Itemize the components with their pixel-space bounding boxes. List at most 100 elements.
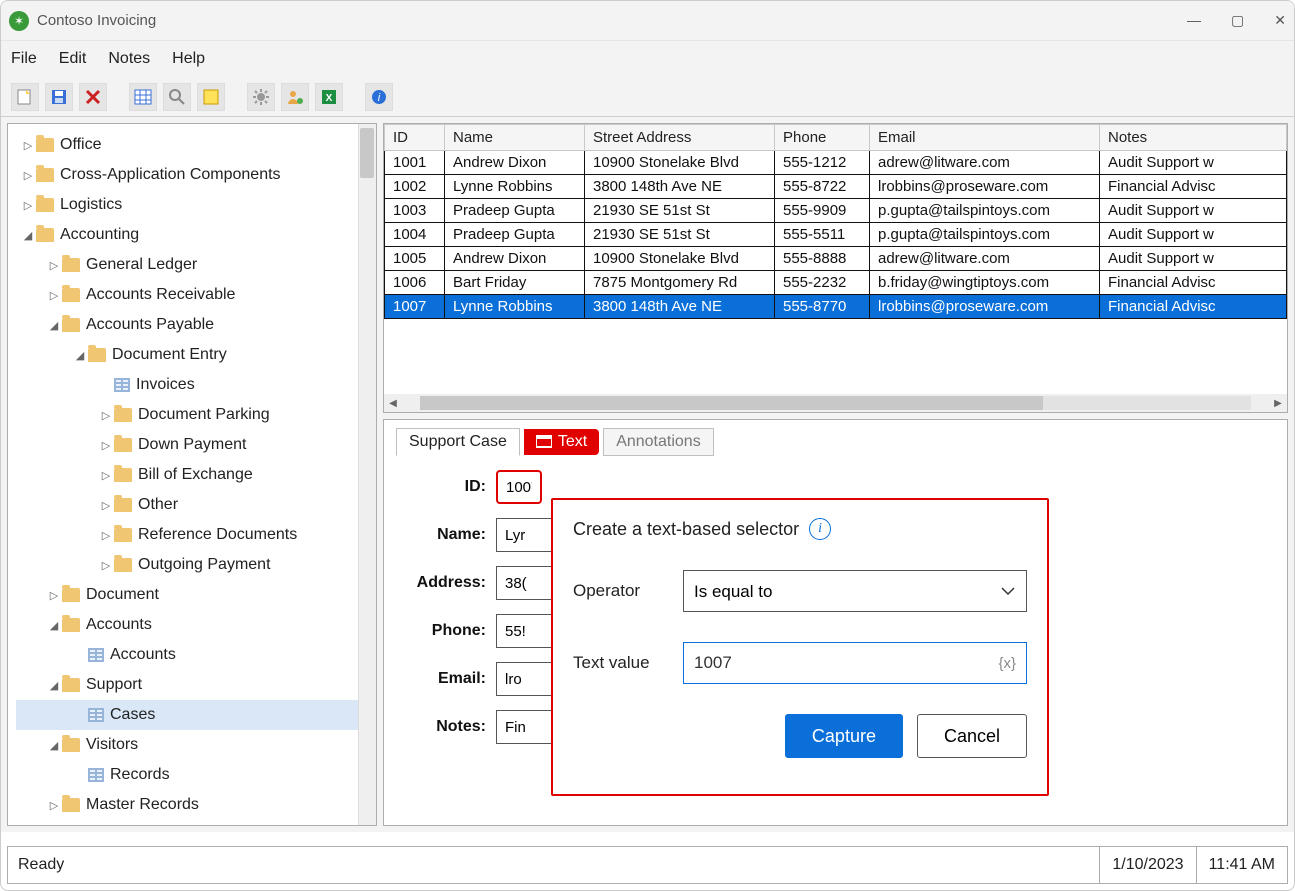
tab-support-case[interactable]: Support Case	[396, 428, 520, 456]
tab-annotations[interactable]: Annotations	[603, 428, 714, 456]
col-header[interactable]: ID	[385, 125, 445, 151]
table-row[interactable]: 1002Lynne Robbins3800 148th Ave NE555-87…	[385, 175, 1287, 199]
tree-label: Master Records	[86, 796, 199, 814]
table-row[interactable]: 1006Bart Friday7875 Montgomery Rd555-223…	[385, 271, 1287, 295]
folder-icon	[114, 468, 132, 482]
maximize-button[interactable]: ▢	[1231, 12, 1244, 29]
folder-icon	[62, 258, 80, 272]
table-row[interactable]: 1004Pradeep Gupta21930 SE 51st St555-551…	[385, 223, 1287, 247]
tree-label: Support	[86, 676, 142, 694]
tree-label: Cases	[110, 706, 155, 724]
table-row[interactable]: 1003Pradeep Gupta21930 SE 51st St555-990…	[385, 199, 1287, 223]
tree-item[interactable]: ▷Office	[16, 130, 376, 160]
tree-scrollbar[interactable]	[358, 124, 376, 825]
address-label: Address:	[396, 574, 486, 592]
col-header[interactable]: Email	[870, 125, 1100, 151]
operator-select[interactable]: Is equal to	[683, 570, 1027, 612]
tree-item[interactable]: ◢Visitors	[16, 730, 376, 760]
folder-icon	[114, 528, 132, 542]
tree-item[interactable]: Cases	[16, 700, 376, 730]
tree-item[interactable]: ▷Cross-Application Components	[16, 160, 376, 190]
tree-label: Bill of Exchange	[138, 466, 253, 484]
tree-label: Accounts	[110, 646, 176, 664]
table-row[interactable]: 1005Andrew Dixon10900 Stonelake Blvd555-…	[385, 247, 1287, 271]
tree-item[interactable]: ◢Accounting	[16, 220, 376, 250]
tree-item[interactable]: ◢Accounts	[16, 610, 376, 640]
status-text: Ready	[8, 856, 1099, 874]
tree-item[interactable]: Records	[16, 760, 376, 790]
text-badge[interactable]: Text	[524, 429, 599, 455]
table-row[interactable]: 1007Lynne Robbins3800 148th Ave NE555-87…	[385, 295, 1287, 319]
tree-item[interactable]: ▷Accounts Receivable	[16, 280, 376, 310]
col-header[interactable]: Street Address	[585, 125, 775, 151]
folder-icon	[114, 408, 132, 422]
save-icon[interactable]	[45, 83, 73, 111]
excel-icon[interactable]: X	[315, 83, 343, 111]
status-date: 1/10/2023	[1099, 847, 1195, 883]
new-icon[interactable]	[11, 83, 39, 111]
tree-label: Document	[86, 586, 159, 604]
menu-notes[interactable]: Notes	[108, 50, 150, 68]
close-button[interactable]: ✕	[1274, 12, 1286, 29]
tree-item[interactable]: ▷Reference Documents	[16, 520, 376, 550]
folder-icon	[62, 288, 80, 302]
tree-label: Accounts Payable	[86, 316, 214, 334]
menu-edit[interactable]: Edit	[59, 50, 87, 68]
textvalue-input[interactable]: 1007 {x}	[683, 642, 1027, 684]
tree-label: Reference Documents	[138, 526, 297, 544]
table-icon	[88, 648, 104, 662]
cancel-button[interactable]: Cancel	[917, 714, 1027, 758]
delete-icon[interactable]	[79, 83, 107, 111]
tree-label: Outgoing Payment	[138, 556, 271, 574]
tree-item[interactable]: ▷Bill of Exchange	[16, 460, 376, 490]
table-icon	[88, 768, 104, 782]
info-icon[interactable]: i	[365, 83, 393, 111]
id-field[interactable]	[496, 470, 542, 504]
tree-label: Office	[60, 136, 102, 154]
search-icon[interactable]	[163, 83, 191, 111]
tree-item[interactable]: ▷Logistics	[16, 190, 376, 220]
menu-help[interactable]: Help	[172, 50, 205, 68]
tree-label: Invoices	[136, 376, 195, 394]
folder-icon	[62, 588, 80, 602]
text-badge-label: Text	[558, 433, 587, 451]
textvalue-label: Text value	[573, 653, 683, 673]
user-icon[interactable]	[281, 83, 309, 111]
tree-item[interactable]: ▷Down Payment	[16, 430, 376, 460]
phone-label: Phone:	[396, 622, 486, 640]
grid-hscroll[interactable]: ◀▶	[384, 394, 1287, 412]
tree-item[interactable]: ◢Document Entry	[16, 340, 376, 370]
tree-item[interactable]: Invoices	[16, 370, 376, 400]
folder-icon	[88, 348, 106, 362]
note-icon[interactable]	[197, 83, 225, 111]
info-icon[interactable]: i	[809, 518, 831, 540]
variable-token[interactable]: {x}	[998, 655, 1016, 672]
col-header[interactable]: Notes	[1100, 125, 1287, 151]
tree-item[interactable]: ▷Other	[16, 490, 376, 520]
tree-item[interactable]: Accounts	[16, 640, 376, 670]
col-header[interactable]: Name	[445, 125, 585, 151]
folder-icon	[114, 498, 132, 512]
tree-item[interactable]: ▷General Ledger	[16, 250, 376, 280]
tree-label: Records	[110, 766, 170, 784]
tree-item[interactable]: ▷Document Parking	[16, 400, 376, 430]
col-header[interactable]: Phone	[775, 125, 870, 151]
selector-popup: Create a text-based selectori Operator I…	[551, 498, 1049, 796]
folder-icon	[36, 228, 54, 242]
tree-item[interactable]: ▷Document	[16, 580, 376, 610]
menu-file[interactable]: File	[11, 50, 37, 68]
minimize-button[interactable]: —	[1187, 12, 1201, 29]
tree-item[interactable]: ◢Accounts Payable	[16, 310, 376, 340]
settings-icon[interactable]	[247, 83, 275, 111]
data-grid[interactable]: IDNameStreet AddressPhoneEmailNotes1001A…	[383, 123, 1288, 413]
capture-button[interactable]: Capture	[785, 714, 903, 758]
tree-item[interactable]: ▷Outgoing Payment	[16, 550, 376, 580]
table-row[interactable]: 1001Andrew Dixon10900 Stonelake Blvd555-…	[385, 151, 1287, 175]
nav-tree[interactable]: ▷Office▷Cross-Application Components▷Log…	[7, 123, 377, 826]
app-icon: ✶	[9, 11, 29, 31]
titlebar: ✶ Contoso Invoicing — ▢ ✕	[1, 1, 1294, 41]
tree-item[interactable]: ◢Support	[16, 670, 376, 700]
tree-item[interactable]: ▷Master Records	[16, 790, 376, 820]
grid-icon[interactable]	[129, 83, 157, 111]
folder-icon	[62, 798, 80, 812]
